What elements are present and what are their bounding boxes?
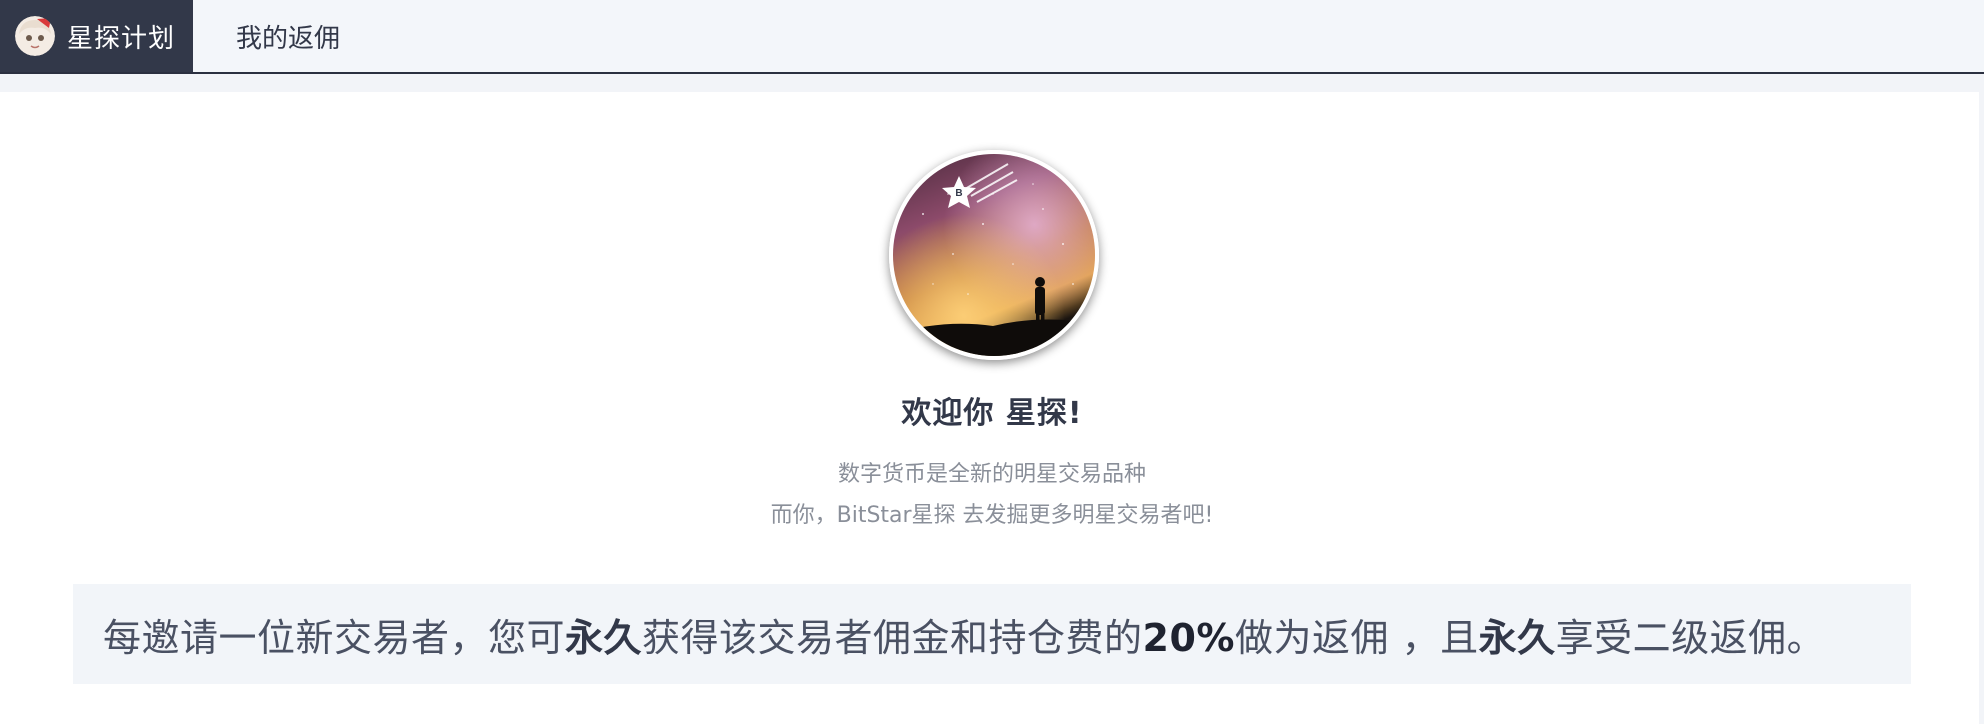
star-badge-letter: B xyxy=(955,188,962,199)
banner-text-part3: 做为返佣 ，且 xyxy=(1235,615,1479,660)
intro-line-1: 数字货币是全新的明星交易品种 xyxy=(837,462,1146,487)
banner-percentage: 20% xyxy=(1142,615,1236,660)
rebate-info-banner: 每邀请一位新交易者，您可永久获得该交易者佣金和持仓费的20%做为返佣 ，且永久享… xyxy=(73,584,1911,684)
banner-text-part1: 每邀请一位新交易者，您可 xyxy=(103,615,566,660)
banner-text-part4: 享受二级返佣。 xyxy=(1555,615,1826,660)
brand-logo-link[interactable]: 星探计划 xyxy=(0,0,193,72)
top-navbar: 星探计划 我的返佣 xyxy=(0,0,1984,74)
welcome-heading: 欢迎你 星探! xyxy=(901,396,1083,431)
rebate-info-text: 每邀请一位新交易者，您可永久获得该交易者佣金和持仓费的20%做为返佣 ，且永久享… xyxy=(103,607,1825,662)
banner-emphasis-permanent: 永久 xyxy=(565,615,643,660)
brand-name: 星探计划 xyxy=(67,23,176,54)
banner-text-part2: 获得该交易者佣金和持仓费的 xyxy=(642,615,1143,660)
nav-my-rebate[interactable]: 我的返佣 xyxy=(236,0,340,72)
banner-emphasis-permanent-2: 永久 xyxy=(1478,615,1556,660)
brand-avatar xyxy=(15,16,55,56)
intro-line-2: 而你，BitStar星探 去发掘更多明星交易者吧! xyxy=(770,503,1214,528)
starry-sky-avatar: B xyxy=(889,150,1099,360)
